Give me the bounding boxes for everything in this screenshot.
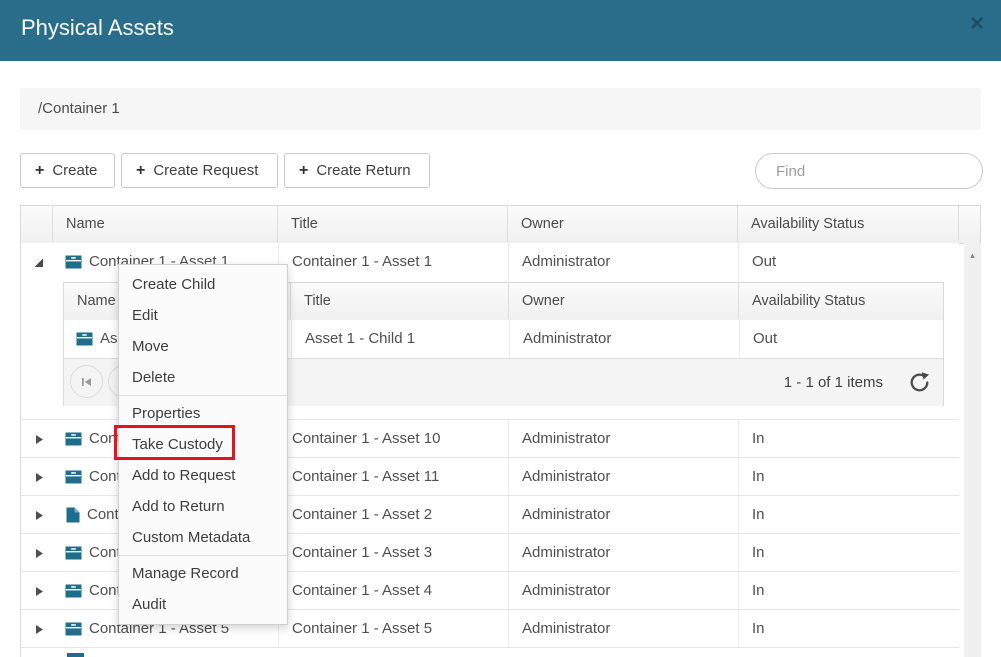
- asset-status: Out: [738, 243, 959, 281]
- container-icon: [65, 469, 82, 485]
- collapse-icon[interactable]: [32, 256, 45, 269]
- expand-icon[interactable]: [32, 433, 45, 446]
- column-header-title[interactable]: Title: [278, 206, 508, 242]
- asset-owner: Administrator: [508, 572, 738, 610]
- expand-column-header: [21, 206, 53, 242]
- container-icon: [65, 545, 82, 561]
- menu-item-move[interactable]: Move: [119, 331, 287, 362]
- menu-item-manage-record[interactable]: Manage Record: [119, 558, 287, 589]
- scrollbar-header-spacer: [959, 206, 980, 242]
- breadcrumb-path: /Container 1: [38, 100, 120, 117]
- table-row[interactable]: [21, 647, 959, 657]
- breadcrumb: /Container 1: [20, 88, 981, 130]
- expand-icon[interactable]: [32, 585, 45, 598]
- create-request-button-label: Create Request: [153, 162, 258, 179]
- child-column-header-owner[interactable]: Owner: [509, 283, 739, 319]
- menu-item-add-to-return[interactable]: Add to Return: [119, 491, 287, 522]
- asset-title: Container 1 - Asset 1: [278, 243, 508, 281]
- refresh-icon[interactable]: [908, 371, 931, 394]
- menu-divider: [119, 555, 287, 556]
- asset-owner: Administrator: [508, 458, 738, 496]
- create-return-button[interactable]: + Create Return: [284, 153, 430, 188]
- container-icon: [76, 331, 93, 347]
- grid-header: Name Title Owner Availability Status: [21, 206, 980, 244]
- scroll-up-icon[interactable]: ▲: [964, 251, 981, 260]
- asset-owner: Administrator: [508, 496, 738, 534]
- column-header-availability-status[interactable]: Availability Status: [738, 206, 959, 242]
- container-icon: [67, 653, 84, 657]
- container-icon: [65, 431, 82, 447]
- asset-title: Container 1 - Asset 11: [278, 458, 508, 496]
- container-icon: [65, 621, 82, 637]
- column-header-name[interactable]: Name: [53, 206, 278, 242]
- menu-item-edit[interactable]: Edit: [119, 300, 287, 331]
- create-request-button[interactable]: + Create Request: [121, 153, 278, 188]
- asset-status: In: [738, 496, 959, 534]
- physical-assets-dialog: Physical Assets × /Container 1 + Create …: [0, 0, 1001, 657]
- create-return-button-label: Create Return: [316, 162, 410, 179]
- expand-icon[interactable]: [32, 547, 45, 560]
- create-button[interactable]: + Create: [20, 153, 115, 188]
- asset-status: In: [738, 534, 959, 572]
- asset-title: Container 1 - Asset 3: [278, 534, 508, 572]
- child-column-header-availability-status[interactable]: Availability Status: [739, 283, 943, 319]
- plus-icon: +: [299, 162, 308, 180]
- asset-title: Container 1 - Asset 5: [278, 610, 508, 648]
- plus-icon: +: [35, 162, 44, 180]
- asset-title: Asset 1 - Child 1: [291, 320, 509, 358]
- asset-owner: Administrator: [508, 610, 738, 648]
- asset-status: In: [738, 458, 959, 496]
- menu-item-custom-metadata[interactable]: Custom Metadata: [119, 522, 287, 553]
- column-header-owner[interactable]: Owner: [508, 206, 738, 242]
- menu-item-create-child[interactable]: Create Child: [119, 269, 287, 300]
- dialog-title: Physical Assets: [21, 15, 174, 41]
- close-icon[interactable]: ×: [970, 12, 984, 36]
- menu-item-take-custody[interactable]: Take Custody: [119, 429, 287, 460]
- dialog-titlebar: Physical Assets ×: [0, 0, 1001, 61]
- asset-status: Out: [739, 320, 943, 358]
- first-page-button[interactable]: [70, 365, 103, 398]
- expand-icon[interactable]: [32, 623, 45, 636]
- menu-item-add-to-request[interactable]: Add to Request: [119, 460, 287, 491]
- menu-item-properties[interactable]: Properties: [119, 398, 287, 429]
- create-button-label: Create: [52, 162, 97, 179]
- pager-info: 1 - 1 of 1 items: [784, 359, 883, 406]
- child-column-header-title[interactable]: Title: [291, 283, 509, 319]
- vertical-scrollbar[interactable]: ▲: [964, 243, 981, 657]
- asset-status: In: [738, 420, 959, 458]
- file-icon: [65, 507, 80, 523]
- expand-icon[interactable]: [32, 471, 45, 484]
- plus-icon: +: [136, 162, 145, 180]
- container-icon: [65, 583, 82, 599]
- menu-item-audit[interactable]: Audit: [119, 589, 287, 620]
- menu-item-delete[interactable]: Delete: [119, 362, 287, 393]
- asset-owner: Administrator: [508, 420, 738, 458]
- menu-divider: [119, 395, 287, 396]
- asset-title: Container 1 - Asset 2: [278, 496, 508, 534]
- asset-status: In: [738, 572, 959, 610]
- find-input[interactable]: [755, 153, 983, 189]
- asset-owner: Administrator: [508, 534, 738, 572]
- expand-icon[interactable]: [32, 509, 45, 522]
- asset-owner: Administrator: [508, 243, 738, 281]
- context-menu: Create Child Edit Move Delete Properties…: [118, 264, 288, 625]
- asset-title: Container 1 - Asset 10: [278, 420, 508, 458]
- first-page-icon: [80, 376, 93, 388]
- asset-status: In: [738, 610, 959, 648]
- asset-title: Container 1 - Asset 4: [278, 572, 508, 610]
- asset-owner: Administrator: [509, 320, 739, 358]
- container-icon: [65, 254, 82, 270]
